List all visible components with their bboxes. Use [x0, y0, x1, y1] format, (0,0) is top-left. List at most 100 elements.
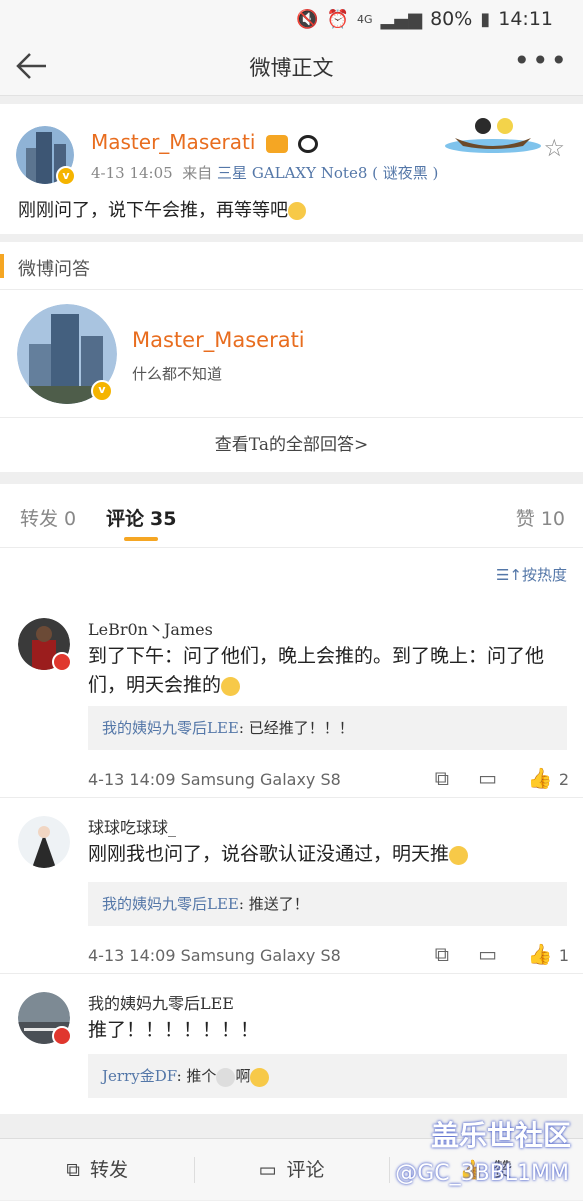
alarm-icon: ⏰: [326, 8, 350, 30]
boat-decoration-icon: [445, 118, 541, 153]
favorite-star-icon[interactable]: ☆: [543, 134, 565, 162]
reply-text: : 推个: [176, 1067, 217, 1085]
tab-repost[interactable]: 转发 0: [20, 504, 76, 531]
reply-author[interactable]: 我的姨妈九零后LEE: [102, 895, 239, 913]
crown-badge-icon: [265, 134, 288, 153]
repost-icon[interactable]: ⧉: [435, 766, 449, 790]
comment-reply[interactable]: 我的姨妈九零后LEE: 推送了！: [88, 882, 567, 926]
comment-list: LeBr0n丶James 到了下午：问了他们，晚上会推的。到了晚上：问了他们，明…: [0, 600, 583, 1114]
post-text-content: 刚刚问了，说下午会推，再等等吧: [18, 200, 288, 221]
comment-reply[interactable]: 我的姨妈九零后LEE: 已经推了！！！: [88, 706, 567, 750]
repost-button[interactable]: ⧉ 转发: [0, 1139, 194, 1200]
tab-like-count: 10: [540, 508, 565, 530]
comment-item: 我的姨妈九零后LEE 推了！！！！！！！ Jerry金DF: 推个啊: [0, 974, 583, 1114]
repost-label: 转发: [89, 1159, 128, 1181]
comment-button[interactable]: ▭ 评论: [194, 1139, 388, 1200]
thumbs-up-icon: 👍: [527, 942, 553, 966]
post-card: v Master_Maserati 4-13 14:05 来自 三星 GALAX…: [0, 104, 583, 234]
avatar[interactable]: v: [16, 126, 76, 186]
qa-avatar[interactable]: v: [17, 304, 117, 404]
tab-comment-count: 35: [150, 508, 177, 530]
tab-repost-count: 0: [64, 508, 77, 530]
tab-like-label: 赞: [515, 508, 535, 530]
verified-badge-icon: v: [91, 380, 113, 402]
network-label: 4G: [357, 12, 373, 26]
post-time: 4-13 14:05: [91, 164, 173, 182]
comment-item: LeBr0n丶James 到了下午：问了他们，晚上会推的。到了晚上：问了他们，明…: [0, 600, 583, 798]
tab-bar: 转发 0 评论 35 赞 10: [0, 484, 583, 548]
sort-row: ☰↑按热度: [0, 548, 583, 600]
repost-icon: ⧉: [66, 1159, 80, 1181]
tab-like[interactable]: 赞 10: [516, 504, 565, 531]
qa-header: 微博问答: [0, 242, 583, 290]
comment-time: 4-13 14:09 Samsung Galaxy S8: [88, 770, 341, 789]
reply-author[interactable]: Jerry金DF: [102, 1067, 177, 1085]
post-from-label: 来自: [182, 164, 213, 182]
reply-author[interactable]: 我的姨妈九零后LEE: [102, 719, 239, 737]
more-icon[interactable]: •••: [513, 44, 569, 77]
reply-icon[interactable]: ▭: [478, 942, 497, 966]
qa-user-desc: 什么都不知道: [132, 365, 223, 383]
comment-avatar[interactable]: [18, 618, 72, 672]
tab-repost-label: 转发: [20, 508, 59, 530]
battery-icon: ▮: [480, 8, 491, 30]
badge-icon: [52, 652, 72, 672]
clock: 14:11: [498, 8, 553, 30]
comment-author[interactable]: 球球吃球球_: [88, 814, 176, 838]
comment-text: 刚刚我也问了，说谷歌认证没通过，明天推: [88, 840, 559, 869]
like-count: 2: [558, 770, 569, 789]
panda-badge-icon: [298, 134, 319, 153]
comment-text-content: 到了下午：问了他们，晚上会推的。到了晚上：问了他们，明天会推的: [88, 645, 545, 696]
qa-user-name[interactable]: Master_Maserati: [132, 328, 305, 352]
like-button[interactable]: 👍 1: [528, 942, 569, 966]
thumbs-up-icon: 👍: [527, 766, 553, 790]
tab-comment[interactable]: 评论 35: [106, 504, 177, 541]
comment-reply[interactable]: Jerry金DF: 推个啊: [88, 1054, 567, 1098]
watermark-title: 盖乐世社区: [430, 1119, 571, 1152]
comment-label: 评论: [286, 1159, 325, 1181]
watermark-handle: @GC_3BBL1MM: [395, 1161, 569, 1186]
reply-text: : 已经推了！！！: [238, 719, 354, 737]
mute-icon: 🔇: [296, 8, 319, 30]
comment-footer: 4-13 14:09 Samsung Galaxy S8 ⧉ ▭ 👍 2: [88, 766, 569, 794]
badge-icon: [52, 1026, 72, 1046]
section-accent-bar: [0, 254, 4, 278]
qa-card: 微博问答 v Master_Maserati 什么都不知道 查看Ta的全部回答>: [0, 242, 583, 472]
tab-comment-label: 评论: [106, 508, 145, 530]
tab-underline: [124, 537, 158, 541]
comment-footer: 4-13 14:09 Samsung Galaxy S8 ⧉ ▭ 👍 1: [88, 942, 569, 970]
comment-author[interactable]: 我的姨妈九零后LEE: [88, 990, 234, 1014]
comment-item: 球球吃球球_ 刚刚我也问了，说谷歌认证没通过，明天推 我的姨妈九零后LEE: 推…: [0, 798, 583, 974]
comment-avatar[interactable]: [18, 992, 72, 1046]
like-button[interactable]: 👍 2: [528, 766, 569, 790]
status-bar: 🔇 ⏰ 4G ▂▄▆ 80% ▮ 14:11: [0, 0, 583, 38]
post-author-name[interactable]: Master_Maserati: [91, 130, 255, 154]
sort-label: 按热度: [521, 566, 567, 584]
view-all-answers-link[interactable]: 查看Ta的全部回答>: [0, 418, 583, 472]
repost-icon[interactable]: ⧉: [435, 942, 449, 966]
battery-percent: 80%: [430, 8, 473, 30]
comment-avatar[interactable]: [18, 816, 70, 868]
emoji-icon: [288, 202, 306, 220]
grin-emoji-icon: [449, 845, 469, 865]
qa-user[interactable]: v Master_Maserati 什么都不知道: [0, 290, 583, 418]
comment-avatar-image: [18, 816, 70, 868]
comment-text: 推了！！！！！！！: [88, 1019, 260, 1041]
chicken-emoji-icon: [216, 1067, 236, 1087]
comment-text: 到了下午：问了他们，晚上会推的。到了晚上：问了他们，明天会推的: [88, 642, 559, 700]
post-author[interactable]: Master_Maserati: [91, 130, 319, 154]
reply-text-2: 啊: [235, 1067, 251, 1085]
verified-badge-icon: v: [56, 166, 76, 186]
like-count: 1: [558, 946, 569, 965]
comment-author[interactable]: LeBr0n丶James: [88, 616, 213, 640]
sort-icon: ☰↑: [495, 566, 522, 584]
signal-icon: ▂▄▆: [380, 8, 423, 30]
reply-icon[interactable]: ▭: [478, 766, 497, 790]
laugh-emoji-icon: [250, 1067, 270, 1087]
qa-section-title: 微博问答: [18, 259, 90, 280]
page-title: 微博正文: [249, 55, 334, 80]
post-source[interactable]: 三星 GALAXY Note8 ( 谜夜黑 ): [217, 164, 438, 182]
comment-time: 4-13 14:09 Samsung Galaxy S8: [88, 946, 341, 965]
sort-by-hot-button[interactable]: ☰↑按热度: [496, 564, 567, 585]
back-arrow-icon[interactable]: [12, 46, 52, 86]
